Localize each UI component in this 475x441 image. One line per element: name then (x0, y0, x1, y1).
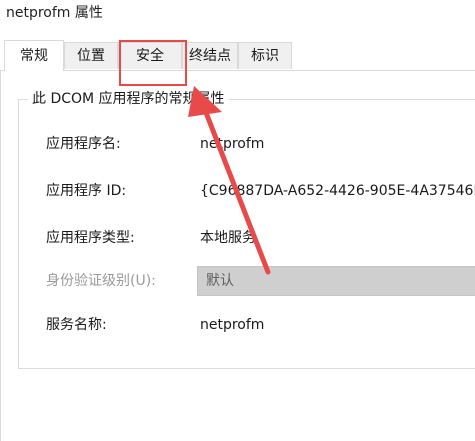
tab-general[interactable]: 常规 (4, 40, 64, 71)
app-id-label: 应用程序 ID: (46, 183, 127, 199)
group-title: 此 DCOM 应用程序的常规属性 (28, 89, 229, 109)
tab-identity[interactable]: 标识 (238, 42, 292, 69)
app-name-label: 应用程序名: (46, 136, 121, 152)
window-title: netprofm 属性 (6, 5, 103, 21)
app-type-label: 应用程序类型: (46, 230, 135, 246)
service-name-label: 服务名称: (46, 317, 107, 333)
service-name-value: netprofm (200, 317, 265, 333)
auth-level-label: 身份验证级别(U): (46, 273, 156, 289)
auth-level-value: 默认 (206, 273, 234, 289)
auth-level-select[interactable]: 默认 (197, 266, 475, 296)
app-id-value: {C96887DA-A652-4426-905E-4A37546F (200, 183, 475, 199)
tab-endpoints[interactable]: 终结点 (182, 42, 238, 69)
tab-location[interactable]: 位置 (64, 42, 118, 69)
tab-security[interactable]: 安全 (118, 42, 182, 69)
app-name-value: netprofm (200, 136, 265, 152)
app-type-value: 本地服务 (200, 230, 256, 246)
